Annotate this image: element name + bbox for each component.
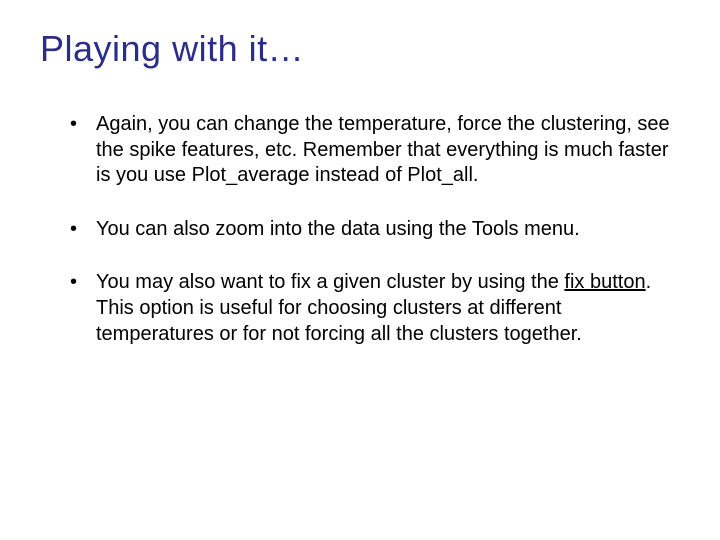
list-item: You may also want to fix a given cluster… <box>70 270 680 347</box>
list-item: Again, you can change the temperature, f… <box>70 112 680 189</box>
slide: Playing with it… Again, you can change t… <box>0 0 720 540</box>
list-item-text: You may also want to fix a given cluster… <box>96 271 564 293</box>
list-item: You can also zoom into the data using th… <box>70 217 680 243</box>
slide-title: Playing with it… <box>40 28 680 70</box>
bullet-list: Again, you can change the temperature, f… <box>40 112 680 347</box>
fix-button-reference: fix button <box>564 271 645 293</box>
